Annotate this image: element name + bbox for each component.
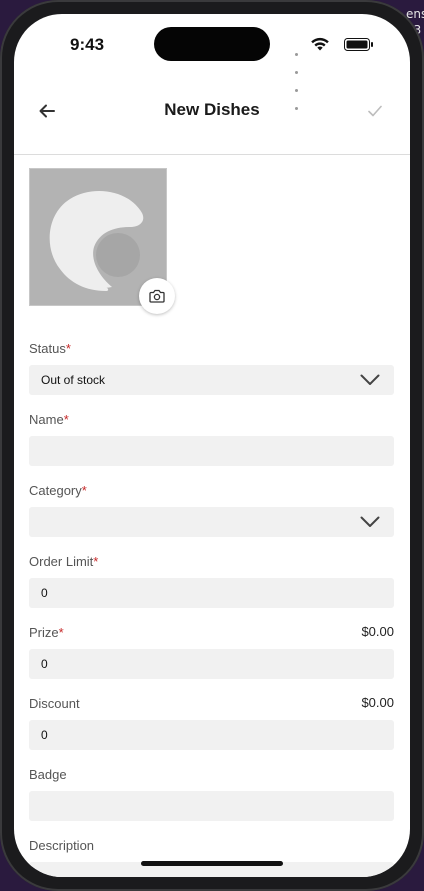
battery-icon: [344, 38, 373, 51]
chevron-down-icon: [360, 516, 380, 527]
required-mark: *: [65, 341, 71, 356]
save-button[interactable]: [364, 100, 386, 122]
chevron-down-icon: [360, 374, 380, 385]
camera-icon: [149, 289, 165, 303]
description-field: Description: [29, 837, 394, 877]
badge-label: Badge: [29, 767, 67, 782]
prize-input[interactable]: 0: [29, 649, 394, 679]
dynamic-island: [154, 27, 270, 61]
order-limit-field: Order Limit* 0: [29, 553, 394, 608]
name-label: Name: [29, 412, 64, 427]
order-limit-label: Order Limit: [29, 554, 94, 569]
required-mark: *: [93, 554, 99, 569]
check-icon: [368, 105, 382, 117]
app-screen: 9:43 New Dishes Status* Out of stock Nam…: [14, 14, 410, 877]
status-bar: 9:43: [14, 14, 410, 110]
name-field: Name*: [29, 411, 394, 466]
phone-frame: 9:43 New Dishes Status* Out of stock Nam…: [0, 0, 424, 891]
name-input[interactable]: [29, 436, 394, 466]
category-select[interactable]: [29, 507, 394, 537]
prize-field: Prize* $0.00 0: [29, 624, 394, 679]
prize-amount: $0.00: [361, 624, 394, 639]
camera-button[interactable]: [139, 278, 175, 314]
discount-input[interactable]: 0: [29, 720, 394, 750]
category-field: Category*: [29, 482, 394, 537]
home-indicator[interactable]: [141, 861, 283, 866]
navigation-bar: New Dishes: [14, 74, 410, 155]
status-field: Status* Out of stock: [29, 340, 394, 395]
status-label: Status: [29, 341, 66, 356]
status-value: Out of stock: [41, 373, 106, 387]
discount-field: Discount $0.00 0: [29, 695, 394, 750]
prize-label: Prize: [29, 625, 59, 640]
required-mark: *: [58, 625, 64, 640]
status-time: 9:43: [70, 35, 105, 54]
page-title: New Dishes: [164, 100, 260, 119]
order-limit-input[interactable]: 0: [29, 578, 394, 608]
wifi-icon: [311, 37, 329, 51]
discount-label: Discount: [29, 696, 80, 711]
description-label: Description: [29, 838, 95, 853]
discount-amount: $0.00: [361, 695, 394, 710]
dish-photo-picker[interactable]: [29, 168, 175, 314]
category-label: Category: [29, 483, 82, 498]
badge-field: Badge: [29, 766, 394, 821]
status-select[interactable]: Out of stock: [29, 365, 394, 395]
badge-input[interactable]: [29, 791, 394, 821]
dish-form: Status* Out of stock Name* Category* Ord…: [14, 155, 410, 877]
required-mark: *: [63, 412, 69, 427]
required-mark: *: [81, 483, 87, 498]
